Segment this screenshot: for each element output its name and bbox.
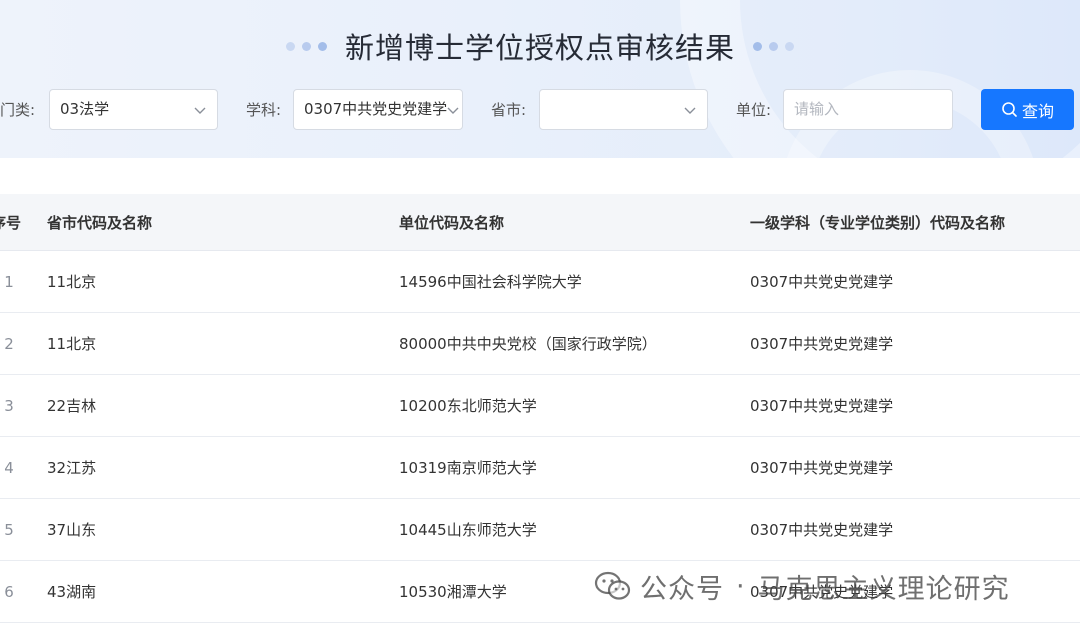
header-banner: 新增博士学位授权点审核结果 门类: 03法学 学科: 0307中共党史党建学 省…: [0, 0, 1080, 158]
category-select-value: 03法学: [60, 100, 110, 118]
dot-icon: [785, 41, 794, 51]
search-icon: [1002, 102, 1017, 117]
row-unit: 80000中共中央党校（国家行政学院）: [399, 335, 657, 353]
filter-bar: 门类: 03法学 学科: 0307中共党史党建学 省市: 单位: 请输入 查询: [0, 89, 1080, 130]
row-unit: 10445山东师范大学: [399, 521, 537, 539]
watermark-separator: ·: [736, 570, 746, 602]
table-row: 4 32江苏 10319南京师范大学 0307中共党史党建学: [0, 437, 1080, 499]
table-header: 序号 省市代码及名称 单位代码及名称 一级学科（专业学位类别）代码及名称: [0, 194, 1080, 251]
subject-select-value: 0307中共党史党建学: [304, 100, 448, 118]
search-button[interactable]: 查询: [981, 89, 1074, 130]
province-label: 省市:: [491, 101, 527, 119]
search-button-label: 查询: [1021, 101, 1054, 121]
table-row: 3 22吉林 10200东北师范大学 0307中共党史党建学: [0, 375, 1080, 437]
table-row: 5 37山东 10445山东师范大学 0307中共党史党建学: [0, 499, 1080, 561]
row-province: 11北京: [47, 273, 97, 291]
col-header-province: 省市代码及名称: [47, 213, 153, 232]
row-unit: 14596中国社会科学院大学: [399, 273, 582, 291]
row-subject: 0307中共党史党建学: [750, 397, 894, 415]
table-row: 2 11北京 80000中共中央党校（国家行政学院） 0307中共党史党建学: [0, 313, 1080, 375]
row-no: 5: [4, 520, 14, 539]
dot-icon: [753, 41, 762, 51]
row-subject: 0307中共党史党建学: [750, 521, 894, 539]
subject-label: 学科:: [246, 101, 282, 119]
row-province: 32江苏: [47, 459, 97, 477]
page-title: 新增博士学位授权点审核结果: [344, 31, 735, 65]
unit-label: 单位:: [736, 101, 772, 119]
dot-icon: [317, 41, 327, 51]
row-province: 37山东: [47, 521, 97, 539]
wechat-icon: [594, 571, 631, 600]
row-no: 6: [4, 582, 14, 601]
dot-icon: [301, 41, 311, 51]
row-province: 43湖南: [47, 583, 97, 601]
watermark-account: 马克思主义理论研究: [757, 573, 1010, 605]
title-dots-left: [285, 41, 327, 51]
table-row: 1 11北京 14596中国社会科学院大学 0307中共党史党建学: [0, 251, 1080, 313]
row-unit: 10200东北师范大学: [399, 397, 537, 415]
chevron-down-icon: [194, 107, 206, 114]
col-header-subject: 一级学科（专业学位类别）代码及名称: [750, 213, 1006, 232]
unit-input[interactable]: 请输入: [783, 89, 953, 130]
col-header-unit: 单位代码及名称: [399, 213, 505, 232]
dot-icon: [285, 41, 295, 51]
row-unit: 10319南京师范大学: [399, 459, 537, 477]
title-dots-right: [753, 41, 794, 51]
dot-icon: [769, 41, 778, 51]
province-select[interactable]: [539, 89, 708, 130]
row-subject: 0307中共党史党建学: [750, 459, 894, 477]
wechat-watermark: 公众号 · 马克思主义理论研究: [594, 566, 1010, 606]
watermark-platform: 公众号: [640, 573, 724, 605]
row-no: 1: [4, 272, 14, 291]
results-table: 序号 省市代码及名称 单位代码及名称 一级学科（专业学位类别）代码及名称 1 1…: [0, 194, 1080, 623]
row-unit: 10530湘潭大学: [399, 583, 507, 601]
subject-select[interactable]: 0307中共党史党建学: [293, 89, 463, 130]
row-province: 11北京: [47, 335, 97, 353]
row-no: 2: [4, 334, 14, 353]
unit-input-placeholder: 请输入: [794, 100, 840, 118]
row-no: 4: [4, 458, 14, 477]
category-label: 门类:: [0, 101, 36, 119]
chevron-down-icon: [684, 107, 696, 114]
row-subject: 0307中共党史党建学: [750, 335, 894, 353]
row-subject: 0307中共党史党建学: [750, 273, 894, 291]
category-select[interactable]: 03法学: [49, 89, 218, 130]
title-row: 新增博士学位授权点审核结果: [0, 26, 1080, 66]
row-no: 3: [4, 396, 14, 415]
chevron-down-icon: [447, 107, 459, 114]
col-header-no: 序号: [0, 213, 21, 232]
row-province: 22吉林: [47, 397, 97, 415]
